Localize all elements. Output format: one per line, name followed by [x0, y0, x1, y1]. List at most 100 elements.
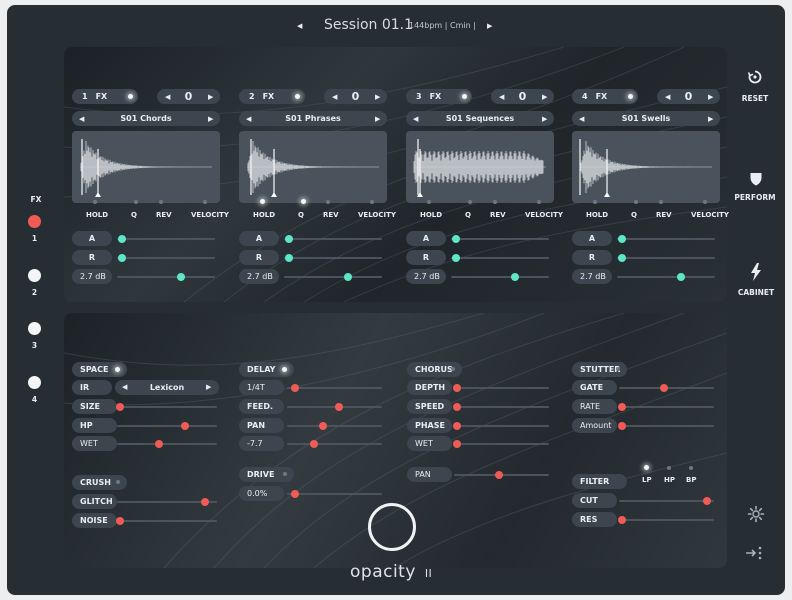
slot-3-attack-knob[interactable]: [451, 235, 460, 243]
slot-1-velocity-button[interactable]: VELOCITY: [191, 211, 229, 219]
slot-1-hold-button[interactable]: HOLD: [86, 211, 108, 219]
chorus-wet-knob[interactable]: [452, 440, 461, 448]
slot-3-attack-slider[interactable]: [451, 235, 549, 243]
slot-2-q-button[interactable]: Q: [298, 211, 304, 219]
glitch-knob[interactable]: [201, 498, 209, 506]
slot-3-value-prev-icon[interactable]: ◀: [499, 93, 504, 101]
chorus-wet-slider[interactable]: [452, 440, 549, 448]
cabinet-button[interactable]: CABINET: [733, 288, 779, 297]
cabinet-bolt-icon[interactable]: [750, 263, 762, 281]
slot-2-rev-button[interactable]: REV: [323, 211, 339, 219]
depth-slider[interactable]: [452, 384, 549, 392]
delay-value[interactable]: -7.7: [239, 436, 284, 451]
amount-knob[interactable]: [617, 422, 626, 430]
noise-slider[interactable]: [116, 517, 217, 525]
gate-slider[interactable]: [619, 384, 714, 392]
slot-2-attack-slider[interactable]: [284, 235, 382, 243]
bp-button[interactable]: BP: [686, 476, 696, 484]
pan2-slider[interactable]: [454, 471, 549, 479]
slot-2-preset-next-icon[interactable]: ▶: [375, 115, 380, 123]
slot-2-attack-knob[interactable]: [284, 235, 293, 243]
slot-1-q-button[interactable]: Q: [131, 211, 137, 219]
perform-icon[interactable]: [749, 171, 763, 187]
slot-3-hold-button[interactable]: HOLD: [420, 211, 442, 219]
fx-1-selector[interactable]: [28, 215, 41, 228]
fx-2-selector[interactable]: [28, 269, 41, 282]
slot-4-velocity-button[interactable]: VELOCITY: [691, 211, 729, 219]
slot-3-gain-knob[interactable]: [510, 273, 519, 281]
slot-1-preset-selector[interactable]: S01 Chords: [72, 111, 220, 126]
delay-value-knob[interactable]: [309, 440, 318, 448]
size-slider[interactable]: [116, 403, 217, 411]
slot-3-gain-slider[interactable]: [451, 273, 549, 281]
settings-gear-icon[interactable]: [747, 505, 765, 523]
slot-2-preset-prev-icon[interactable]: ◀: [246, 115, 251, 123]
slot-3-release-knob[interactable]: [451, 254, 460, 262]
slot-4-gain-value[interactable]: 2.7 dB: [572, 269, 612, 284]
lp-button[interactable]: LP: [642, 476, 652, 484]
reset-icon[interactable]: [747, 69, 763, 85]
drive-knob[interactable]: [290, 490, 299, 498]
cut-slider[interactable]: [619, 497, 714, 505]
slot-1-release-knob[interactable]: [117, 254, 126, 262]
slot-4-preset-next-icon[interactable]: ▶: [708, 115, 713, 123]
delay-time-slider[interactable]: [287, 384, 382, 392]
slot-1-gain-slider[interactable]: [117, 273, 215, 281]
slot-2-preset-selector[interactable]: S01 Phrases: [239, 111, 387, 126]
slot-3-preset-next-icon[interactable]: ▶: [542, 115, 547, 123]
size-knob[interactable]: [116, 403, 124, 411]
slot-2-value-next-icon[interactable]: ▶: [375, 93, 380, 101]
slot-3-q-button[interactable]: Q: [465, 211, 471, 219]
slot-4-preset-prev-icon[interactable]: ◀: [579, 115, 584, 123]
reset-button[interactable]: RESET: [735, 94, 775, 103]
space-wet-slider[interactable]: [117, 440, 217, 448]
depth-knob[interactable]: [452, 384, 461, 392]
glitch-slider[interactable]: [117, 498, 217, 506]
phase-knob[interactable]: [452, 422, 461, 430]
feed-slider[interactable]: [287, 403, 382, 411]
phase-slider[interactable]: [452, 422, 549, 430]
slot-4-gain-knob[interactable]: [676, 273, 685, 281]
slot-1-preset-prev-icon[interactable]: ◀: [79, 115, 84, 123]
slot-4-value-next-icon[interactable]: ▶: [708, 93, 713, 101]
drive-slider[interactable]: [287, 490, 382, 498]
pan-slider[interactable]: [287, 422, 382, 430]
slot-3-gain-value[interactable]: 2.7 dB: [406, 269, 446, 284]
slot-4-q-button[interactable]: Q: [631, 211, 637, 219]
slot-3-release-slider[interactable]: [451, 254, 549, 262]
slot-3-rev-button[interactable]: REV: [490, 211, 506, 219]
slot-3-preset-selector[interactable]: S01 Sequences: [406, 111, 554, 126]
slot-3-preset-prev-icon[interactable]: ◀: [413, 115, 418, 123]
slot-4-attack-knob[interactable]: [617, 235, 626, 243]
next-session-arrow-icon[interactable]: ▶: [487, 22, 492, 30]
speed-knob[interactable]: [452, 403, 461, 411]
drive-value[interactable]: 0.0%: [239, 486, 284, 501]
delay-time-knob[interactable]: [290, 384, 299, 392]
main-ring-button[interactable]: [368, 503, 416, 551]
slot-2-gain-knob[interactable]: [343, 273, 352, 281]
slot-1-rev-button[interactable]: REV: [156, 211, 172, 219]
delay-time-value[interactable]: 1/4T: [239, 380, 284, 395]
noise-knob[interactable]: [116, 517, 124, 525]
slot-3-velocity-button[interactable]: VELOCITY: [525, 211, 563, 219]
slot-2-release-knob[interactable]: [284, 254, 293, 262]
slot-1-release-slider[interactable]: [117, 254, 215, 262]
res-slider[interactable]: [617, 516, 714, 524]
slot-2-gain-slider[interactable]: [284, 273, 382, 281]
ir-next-arrow-icon[interactable]: ▶: [206, 383, 211, 391]
slot-4-release-slider[interactable]: [617, 254, 715, 262]
slot-4-release-knob[interactable]: [617, 254, 626, 262]
delay-value-slider[interactable]: [287, 440, 382, 448]
slot-2-gain-value[interactable]: 2.7 dB: [239, 269, 279, 284]
slot-1-value-next-icon[interactable]: ▶: [208, 93, 213, 101]
slot-2-release-slider[interactable]: [284, 254, 382, 262]
res-knob[interactable]: [617, 516, 626, 524]
ir-selector[interactable]: Lexicon: [115, 380, 219, 395]
rate-slider[interactable]: [617, 403, 714, 411]
ir-prev-arrow-icon[interactable]: ◀: [122, 383, 127, 391]
prev-session-arrow-icon[interactable]: ◀: [297, 22, 302, 30]
slot-2-velocity-button[interactable]: VELOCITY: [358, 211, 396, 219]
space-wet-knob[interactable]: [155, 440, 163, 448]
pan2-knob[interactable]: [494, 471, 503, 479]
fx-3-selector[interactable]: [28, 322, 41, 335]
